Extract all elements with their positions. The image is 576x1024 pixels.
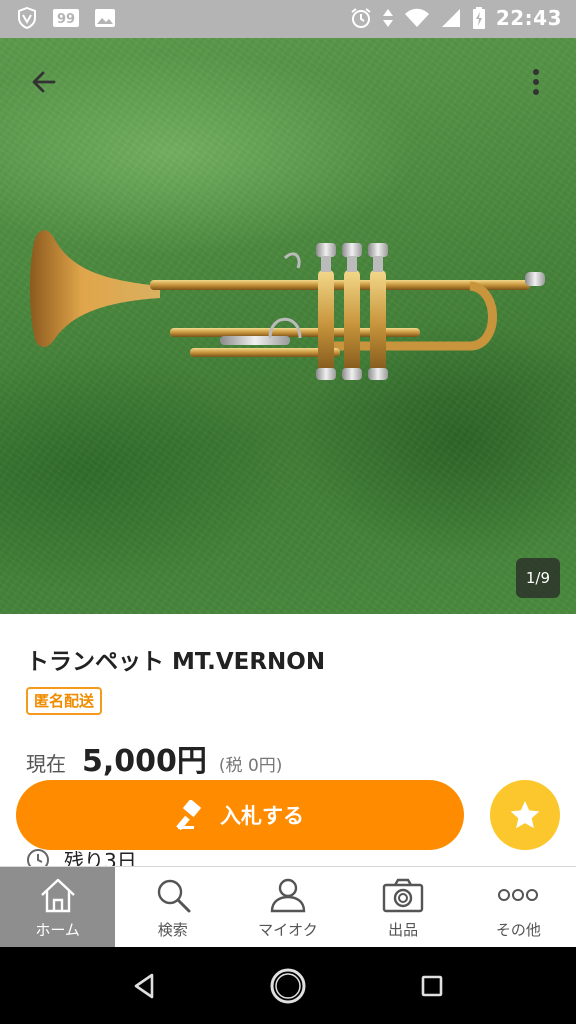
more-options-button[interactable] [514,60,558,104]
person-icon [270,878,306,913]
watchlist-button[interactable] [490,780,560,850]
system-home-button[interactable] [268,966,308,1006]
arrow-left-icon [32,71,56,93]
home-icon [40,878,75,913]
bid-button-label: 入札する [220,804,304,828]
bid-button[interactable]: 入札する [16,780,464,850]
alarm-icon [350,7,372,29]
nav-search[interactable]: 検索 [115,867,230,947]
nav-search-label: 検索 [157,921,188,939]
gavel-icon [176,800,201,830]
shield-icon [16,7,38,29]
price-label: 現在 [26,752,66,776]
image-icon [94,7,116,29]
nav-sell-label: 出品 [388,921,419,939]
circle-home-icon [270,968,306,1004]
nav-other-label: その他 [495,921,541,939]
current-price: 5,000円 [82,744,207,779]
svg-text:99: 99 [57,12,75,27]
nav-other[interactable]: その他 [461,867,576,947]
price-tax: (税 0円) [218,756,283,776]
system-navigation-bar [0,947,576,1024]
price-row: 現在 5,000円 (税 0円) [26,736,282,780]
item-title: トランペット MT.VERNON [26,649,326,675]
status-bar: 99 22:43 [0,0,576,38]
nav-my-auction-label: マイオク [258,921,318,939]
trumpet-photo [30,230,545,380]
data-arrows-icon [382,7,394,29]
camera-icon [382,878,424,913]
battery-charging-icon [472,7,486,29]
search-icon [157,879,191,913]
nav-sell[interactable]: 出品 [346,867,461,947]
signal-icon [440,7,462,29]
nav-my-auction[interactable]: マイオク [230,867,345,947]
square-recents-icon [421,975,443,997]
system-back-button[interactable] [124,966,164,1006]
status-time: 22:43 [495,6,562,30]
bottom-navigation: ホーム 検索 マイオク 出品 その他 [0,866,576,947]
back-button[interactable] [22,60,66,104]
item-image[interactable]: 1/9 [0,38,576,614]
anonymous-shipping-badge: 匿名配送 [26,687,103,715]
triangle-back-icon [134,973,154,999]
more-dots-icon [498,889,539,901]
badge-99-icon: 99 [52,7,80,29]
system-recents-button[interactable] [412,966,452,1006]
nav-home[interactable]: ホーム [0,867,116,947]
image-page-indicator: 1/9 [515,558,560,598]
wifi-icon [404,7,430,29]
more-vertical-icon [533,69,539,95]
nav-home-label: ホーム [35,921,80,939]
star-icon [510,801,540,829]
